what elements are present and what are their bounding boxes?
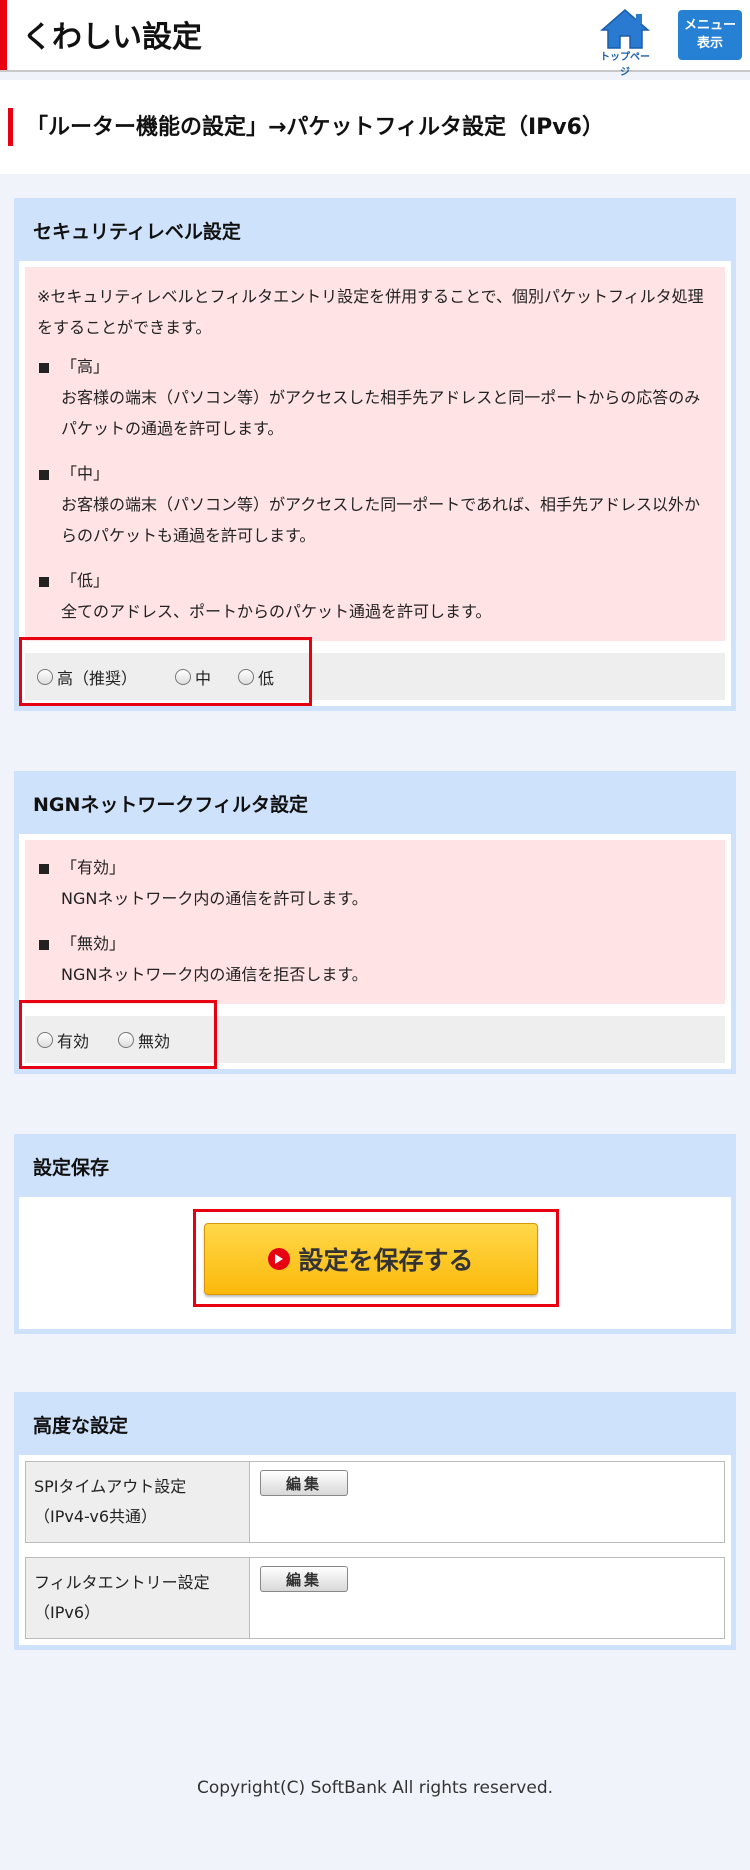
save-section: 設定保存 設定を保存する [14, 1134, 736, 1334]
row-label-line1: フィルタエントリー設定 [34, 1573, 210, 1592]
row-label-line2: （IPv4-v6共通） [34, 1507, 158, 1526]
item-head: 「中」 [61, 464, 110, 483]
row-label: フィルタエントリー設定 （IPv6） [26, 1558, 250, 1638]
home-button[interactable]: トップページ [596, 8, 654, 78]
breadcrumb-accent-bar [8, 108, 13, 146]
row-label: SPIタイムアウト設定 （IPv4-v6共通） [26, 1462, 250, 1542]
item-head: 「有効」 [61, 858, 126, 877]
list-item: 「有効」 NGNネットワーク内の通信を許可します。 [37, 852, 711, 914]
security-note-text: ※セキュリティレベルとフィルタエントリ設定を併用することで、個別パケットフィルタ… [37, 287, 704, 337]
row-label-line2: （IPv6） [34, 1603, 101, 1622]
ngn-filter-section: NGNネットワークフィルタ設定 「有効」 NGNネットワーク内の通信を許可します… [14, 771, 736, 1074]
list-item: 「無効」 NGNネットワーク内の通信を拒否します。 [37, 928, 711, 990]
item-head: 「高」 [61, 357, 110, 376]
breadcrumb-text: 「ルーター機能の設定」→パケットフィルタ設定（IPv6） [26, 115, 604, 140]
menu-button[interactable]: メニュー 表示 [678, 10, 742, 60]
bullet-icon [39, 864, 49, 874]
ngn-filter-title: NGNネットワークフィルタ設定 [19, 776, 731, 834]
save-area: 設定を保存する [19, 1197, 731, 1329]
list-item: 「低」 全てのアドレス、ポートからのパケット通過を許可します。 [37, 565, 711, 627]
bullet-icon [39, 363, 49, 373]
item-desc: NGNネットワーク内の通信を許可します。 [61, 889, 368, 908]
edit-filter-entry-button[interactable]: 編集 [260, 1566, 348, 1592]
highlight-box [19, 1000, 217, 1069]
advanced-section: 高度な設定 SPIタイムアウト設定 （IPv4-v6共通） 編集 フィルタエント… [14, 1392, 736, 1650]
home-button-label: トップページ [600, 52, 650, 78]
item-desc: NGNネットワーク内の通信を拒否します。 [61, 965, 368, 984]
bullet-icon [39, 577, 49, 587]
menu-button-label-2: 表示 [696, 36, 723, 51]
table-row: フィルタエントリー設定 （IPv6） 編集 [25, 1557, 725, 1639]
item-head: 「低」 [61, 571, 110, 590]
highlight-box [19, 637, 312, 706]
advanced-table: SPIタイムアウト設定 （IPv4-v6共通） 編集 フィルタエントリー設定 （… [25, 1461, 725, 1639]
security-level-section: セキュリティレベル設定 ※セキュリティレベルとフィルタエントリ設定を併用すること… [14, 198, 736, 711]
edit-spi-timeout-button[interactable]: 編集 [260, 1470, 348, 1496]
item-desc: 全てのアドレス、ポートからのパケット通過を許可します。 [61, 602, 492, 621]
bullet-icon [39, 470, 49, 480]
menu-button-label-1: メニュー [683, 18, 736, 33]
item-desc: お客様の端末（パソコン等）がアクセスした同一ポートであれば、相手先アドレス以外か… [61, 495, 701, 545]
ngn-filter-note: 「有効」 NGNネットワーク内の通信を許可します。 「無効」 NGNネットワーク… [25, 840, 725, 1004]
breadcrumb: 「ルーター機能の設定」→パケットフィルタ設定（IPv6） [0, 80, 750, 174]
list-item: 「中」 お客様の端末（パソコン等）がアクセスした同一ポートであれば、相手先アドレ… [37, 458, 711, 551]
page-title: くわしい設定 [22, 20, 202, 55]
list-item: 「高」 お客様の端末（パソコン等）がアクセスした相手先アドレスと同一ポートからの… [37, 351, 711, 444]
row-label-line1: SPIタイムアウト設定 [34, 1477, 187, 1496]
copyright: Copyright(C) SoftBank All rights reserve… [196, 1778, 554, 1798]
item-head: 「無効」 [61, 934, 126, 953]
highlight-box [193, 1209, 559, 1307]
bullet-icon [39, 940, 49, 950]
security-level-note: ※セキュリティレベルとフィルタエントリ設定を併用することで、個別パケットフィルタ… [25, 267, 725, 641]
app-header: くわしい設定 トップページ メニュー 表示 [0, 0, 750, 78]
table-row: SPIタイムアウト設定 （IPv4-v6共通） 編集 [25, 1461, 725, 1543]
advanced-title: 高度な設定 [19, 1397, 731, 1455]
save-section-title: 設定保存 [19, 1139, 731, 1197]
security-level-title: セキュリティレベル設定 [19, 203, 731, 261]
home-icon [600, 9, 650, 49]
header-accent-bar [0, 0, 7, 70]
item-desc: お客様の端末（パソコン等）がアクセスした相手先アドレスと同一ポートからの応答のみ… [61, 388, 701, 438]
